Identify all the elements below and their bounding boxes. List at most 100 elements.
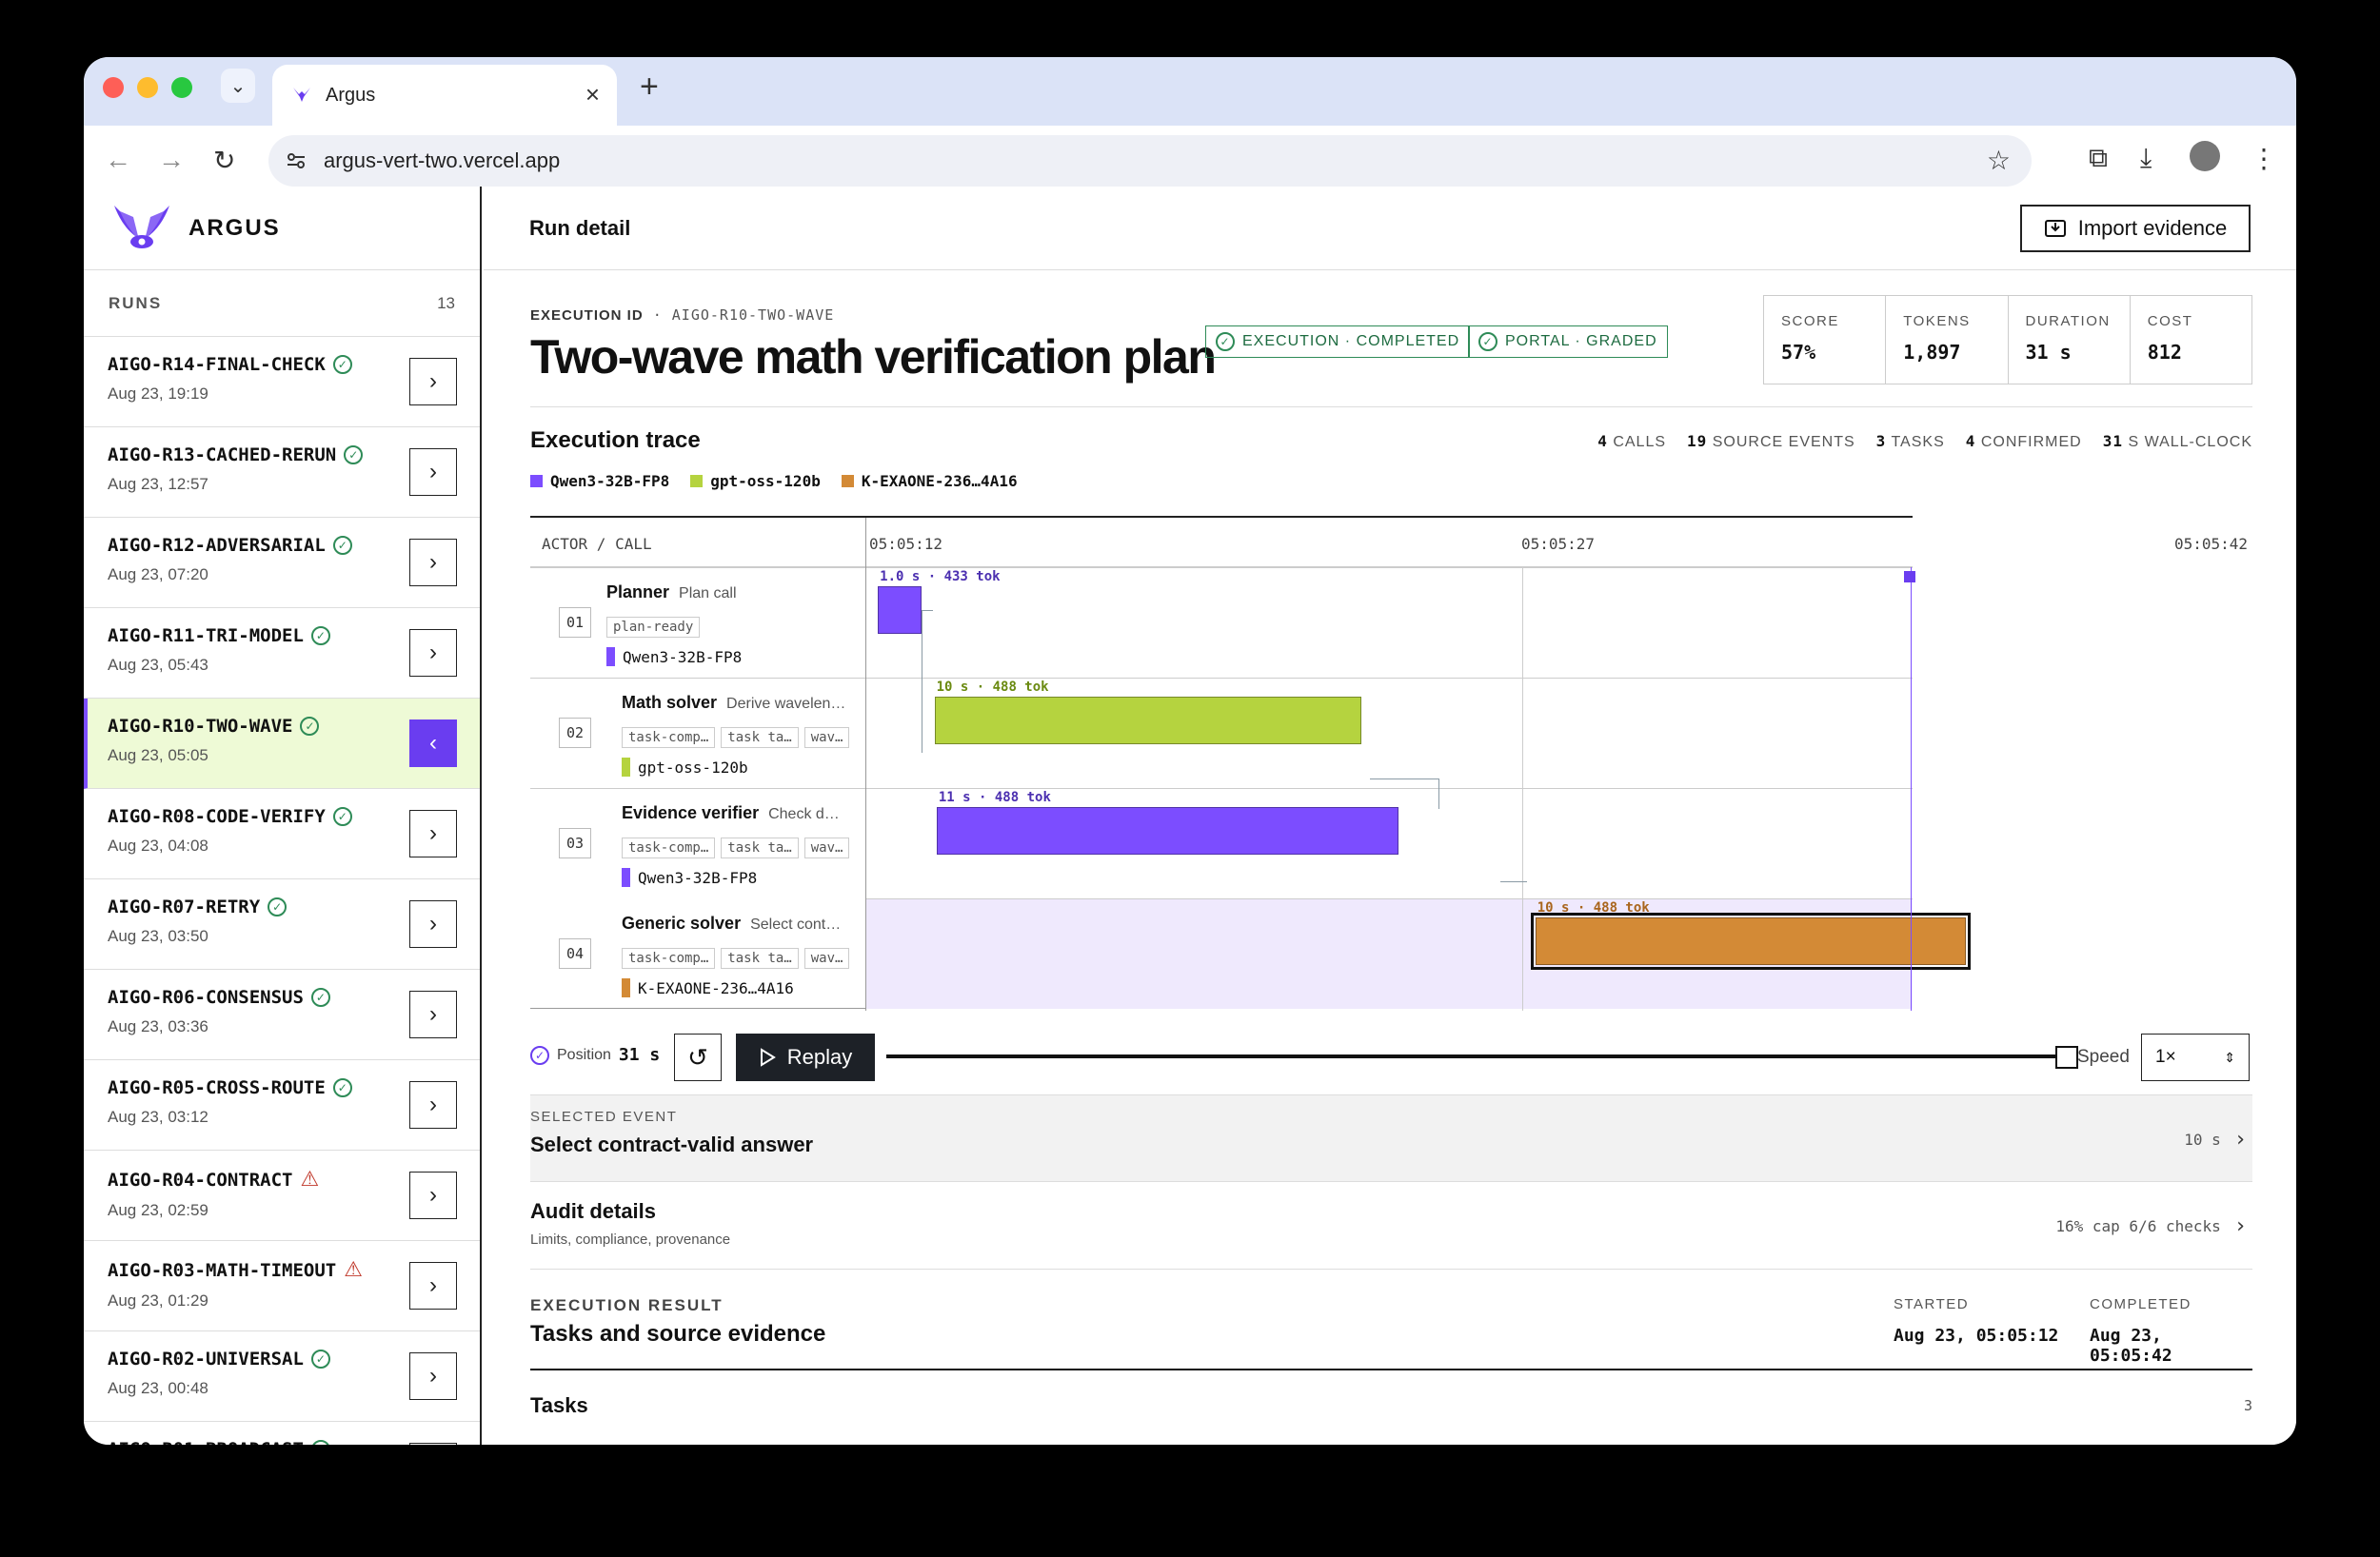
extensions-icon[interactable]: ⧉ [2089,143,2108,174]
actor-call-subtitle: Derive wavelen… [726,696,846,712]
status-ok-icon: ✓ [310,1440,330,1445]
warning-icon: ⚠ [300,1168,320,1192]
time-gridline [1522,567,1523,1011]
run-list-item[interactable]: AIGO-R02-UNIVERSAL ✓ Aug 23, 00:48 › [84,1331,480,1422]
run-list-item[interactable]: AIGO-R10-TWO-WAVE ✓ Aug 23, 05:05 ‹ [84,699,480,789]
run-list-item[interactable]: AIGO-R07-RETRY ✓ Aug 23, 03:50 › [84,879,480,970]
download-icon[interactable]: ⤓ [2140,143,2152,174]
browser-tab[interactable]: Argus × [272,65,617,126]
actor-name-text: Evidence verifier [622,803,760,822]
run-name-text: AIGO-R10-TWO-WAVE [108,716,293,737]
open-run-button[interactable]: › [409,358,457,405]
status-ok-icon: ✓ [344,445,364,464]
status-ok-icon: ✓ [332,1078,352,1097]
trace-call-bar[interactable] [1530,913,1972,970]
tab-close-icon[interactable]: × [585,80,600,109]
profile-avatar[interactable] [2190,141,2220,171]
position-label: Position [557,1046,611,1063]
portal-status-badge: ✓ PORTAL · GRADED [1468,325,1668,358]
run-name-text: AIGO-R03-MATH-TIMEOUT [108,1259,337,1281]
tag-chips: task-comp… task ta… wav… [622,727,850,748]
back-icon[interactable]: ← [105,145,131,175]
trace-summary-item: 3 TASKS [1876,432,1945,451]
open-run-button[interactable]: › [409,900,457,948]
run-list-item[interactable]: AIGO-R13-CACHED-RERUN ✓ Aug 23, 12:57 › [84,427,480,518]
started-column: STARTED Aug 23, 05:05:12 [1894,1296,2058,1346]
run-list-item[interactable]: AIGO-R11-TRI-MODEL ✓ Aug 23, 05:43 › [84,608,480,699]
import-icon [2044,219,2066,237]
run-list-item[interactable]: AIGO-R03-MATH-TIMEOUT ⚠ Aug 23, 01:29 › [84,1241,480,1331]
trace-call-bar[interactable] [878,586,922,634]
open-run-button[interactable]: › [409,448,457,496]
trace-summary-label: CALLS [1613,434,1667,450]
speed-select[interactable]: 1× ⇕ [2141,1034,2250,1081]
open-run-button[interactable]: › [409,539,457,586]
run-list-item[interactable]: AIGO-R01-BROADCAST ✓ › [84,1422,480,1445]
selected-event-panel[interactable]: SELECTED EVENT Select contract-valid ans… [530,1094,2252,1182]
audit-title: Audit details [530,1199,657,1223]
close-window-button[interactable] [103,77,124,98]
replay-button[interactable]: Replay [736,1034,875,1081]
warning-icon: ⚠ [344,1258,363,1282]
new-tab-icon[interactable]: + [640,69,659,106]
stat-duration: DURATION 31 s [2009,296,2131,384]
run-name-text: AIGO-R04-CONTRACT [108,1169,293,1191]
reload-icon[interactable]: ↻ [213,145,235,176]
tab-search-chevron-icon[interactable]: ⌄ [221,69,255,103]
brand[interactable]: ARGUS [84,187,480,270]
tab-title: Argus [326,84,376,106]
timeline-scrubber-track[interactable] [886,1054,2065,1058]
run-list-item[interactable]: AIGO-R05-CROSS-ROUTE ✓ Aug 23, 03:12 › [84,1060,480,1151]
time-tick: 05:05:27 [1521,535,1596,553]
run-name-text: AIGO-R06-CONSENSUS [108,987,304,1008]
started-value: Aug 23, 05:05:12 [1894,1326,2059,1346]
import-evidence-button[interactable]: Import evidence [2020,204,2251,252]
reset-button[interactable]: ↺ [674,1034,722,1081]
audit-subtitle: Limits, compliance, provenance [530,1232,731,1248]
bookmark-star-icon[interactable]: ☆ [1987,145,2011,176]
run-name-text: AIGO-R02-UNIVERSAL [108,1349,304,1370]
tag-chip: task ta… [721,838,799,858]
trace-summary-count: 19 [1687,432,1708,450]
check-circle-icon: ✓ [1216,332,1235,351]
open-run-button[interactable]: › [409,810,457,857]
audit-details-panel[interactable]: Audit details Limits, compliance, proven… [530,1182,2252,1270]
timeline-scrubber-handle[interactable] [2055,1046,2078,1069]
trace-legend: Qwen3-32B-FP8 gpt-oss-120b K-EXAONE-236…4A… [530,472,1018,490]
tasks-section[interactable]: Tasks 3 [530,1393,2252,1431]
bar-label: 11 s · 488 tok [938,790,1051,805]
browser-menu-icon[interactable]: ⋮ [2251,143,2277,174]
actor-call-subtitle: Check d… [768,806,840,822]
actor-call-subtitle: Select cont… [750,916,842,933]
open-run-button[interactable]: › [409,1352,457,1400]
minimize-window-button[interactable] [137,77,158,98]
trace-call-bar[interactable] [936,807,1398,855]
open-run-button[interactable]: › [409,1081,457,1129]
open-run-button[interactable]: › [409,1262,457,1310]
stat-cost: COST 812 [2131,296,2251,384]
completed-value: Aug 23, 05:05:42 [2090,1326,2172,1366]
legend-item: K-EXAONE-236…4A16 [841,472,1018,490]
run-list-item[interactable]: AIGO-R12-ADVERSARIAL ✓ Aug 23, 07:20 › [84,518,480,608]
run-list-item[interactable]: AIGO-R08-CODE-VERIFY ✓ Aug 23, 04:08 › [84,789,480,879]
runs-count: 13 [437,293,455,312]
open-run-button[interactable]: › [409,1443,457,1445]
run-list: AIGO-R14-FINAL-CHECK ✓ Aug 23, 19:19 › AIGO-… [84,337,480,1445]
run-list-item[interactable]: AIGO-R04-CONTRACT ⚠ Aug 23, 02:59 › [84,1151,480,1241]
open-run-button[interactable]: › [409,1172,457,1219]
trace-call-bar[interactable] [934,697,1361,744]
app-root: ARGUS RUNS 13 AIGO-R14-FINAL-CHECK ✓ Aug 2… [84,187,2296,1445]
zoom-window-button[interactable] [171,77,192,98]
site-settings-icon[interactable] [286,150,307,171]
trace-summary-count: 4 [1597,432,1608,450]
address-bar[interactable]: argus-vert-two.vercel.app ☆ [268,135,2032,187]
timeline-header: ACTOR / CALL 05:05:12 05:05:27 05:05:42 [530,518,2248,567]
collapse-run-button[interactable]: ‹ [409,719,457,767]
run-list-item[interactable]: AIGO-R14-FINAL-CHECK ✓ Aug 23, 19:19 › [84,337,480,427]
status-ok-icon: ✓ [332,536,352,555]
open-run-button[interactable]: › [409,629,457,677]
open-run-button[interactable]: › [409,991,457,1038]
run-list-item[interactable]: AIGO-R06-CONSENSUS ✓ Aug 23, 03:36 › [84,970,480,1060]
actor-column-divider [865,518,866,1011]
forward-icon[interactable]: → [158,145,185,175]
